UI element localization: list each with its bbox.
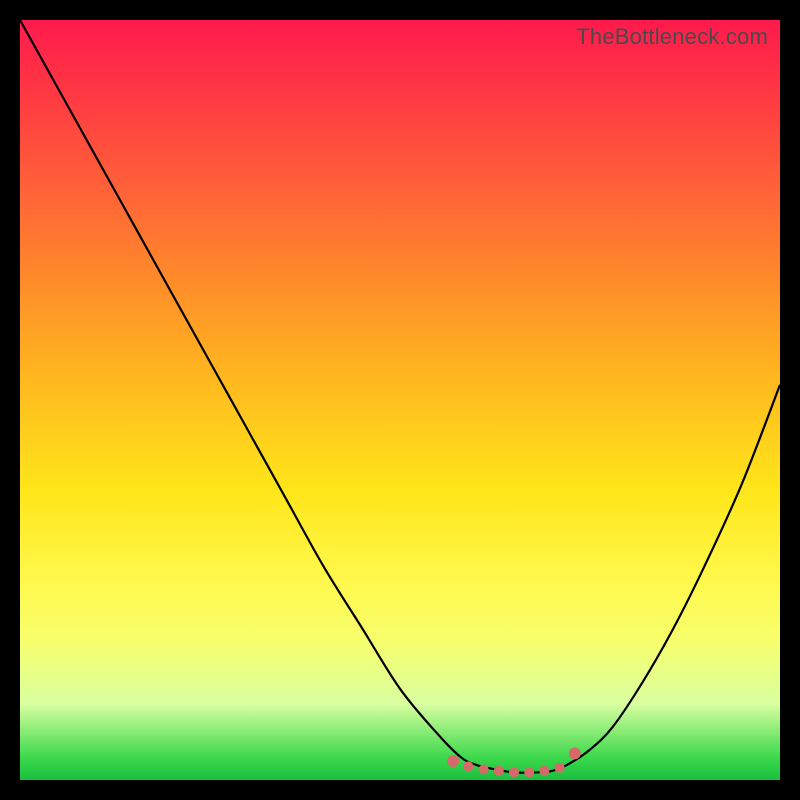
- curve-path: [20, 20, 780, 773]
- optimal-marker-dot: [463, 761, 473, 771]
- optimal-marker-dot: [509, 767, 519, 777]
- chart-plot-area: TheBottleneck.com: [20, 20, 780, 780]
- optimal-marker-dot: [447, 755, 459, 767]
- optimal-marker-dot: [555, 763, 565, 773]
- optimal-marker-dot: [479, 764, 489, 774]
- optimal-marker-dot: [569, 747, 581, 759]
- bottleneck-chart: [20, 20, 780, 780]
- optimal-marker-dot: [539, 766, 549, 776]
- optimal-marker-dot: [524, 767, 534, 777]
- optimal-marker-dot: [494, 766, 504, 776]
- optimal-marker-group: [447, 747, 581, 777]
